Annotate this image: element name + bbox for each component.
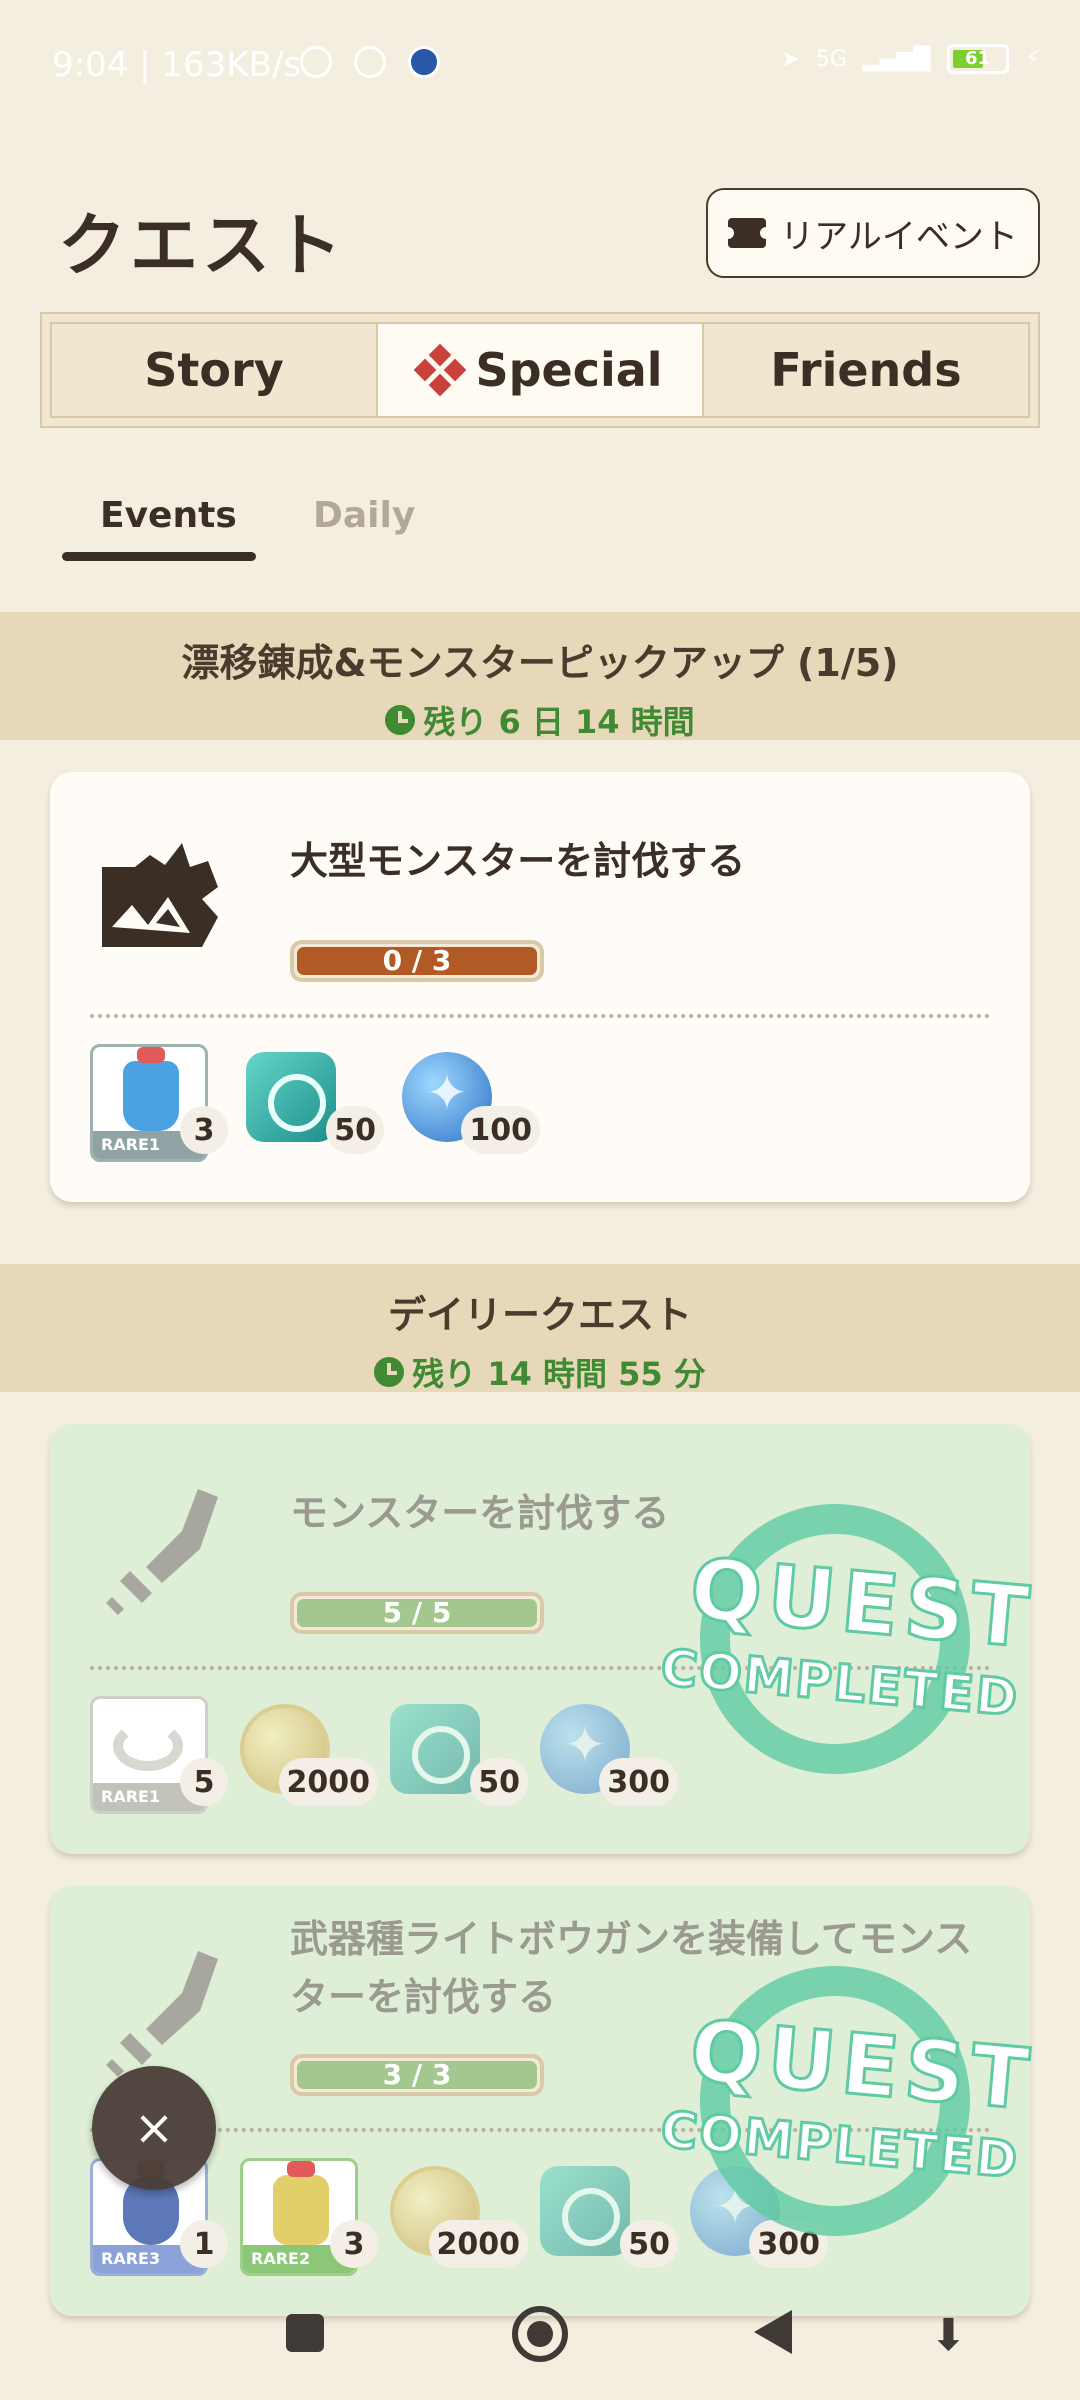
reward-item[interactable]: RARE1 3 (90, 1044, 228, 1164)
reward-item[interactable]: 50 (246, 1044, 384, 1164)
real-event-label: リアルイベント (780, 216, 1018, 257)
tab-story[interactable]: Story (52, 324, 376, 416)
teal-gem-icon (246, 1052, 336, 1142)
signal-icon: ▂▄▆█ (862, 46, 931, 72)
section-header-event: 漂移錬成&モンスターピックアップ (1/5) 残り 6 日 14 時間 (0, 612, 1080, 743)
reward-count: 50 (326, 1106, 384, 1154)
yellow-item-icon (273, 2161, 329, 2245)
main-tab-bar: Story Special Friends (40, 312, 1040, 428)
teal-gem-icon (540, 2166, 630, 2256)
quest-title: 大型モンスターを討伐する (290, 839, 746, 883)
reward-list: RARE1 5 2000 50 300 (90, 1696, 678, 1816)
progress-label: 3 / 3 (382, 2058, 452, 2091)
close-button[interactable]: × (92, 2066, 216, 2190)
battery-icon: 61 (946, 44, 1009, 74)
ticket-icon (722, 218, 773, 248)
section-header-daily: デイリークエスト 残り 14 時間 55 分 (0, 1264, 1080, 1395)
tab-special[interactable]: Special (376, 324, 704, 416)
status-notification-icons (300, 46, 440, 78)
reward-count: 3 (330, 2220, 378, 2268)
sword-icon (106, 1489, 218, 1615)
special-emblem-icon (414, 343, 467, 397)
expand-down-icon[interactable]: ⬇ (930, 2310, 967, 2361)
clock-icon (374, 1357, 405, 1387)
tab-label: Special (475, 343, 663, 397)
section-title: 漂移錬成&モンスターピックアップ (1/5) (181, 641, 899, 685)
tab-friends[interactable]: Friends (704, 324, 1028, 416)
home-button[interactable] (512, 2306, 568, 2362)
location-icon: ➤ (781, 46, 800, 72)
page-title: クエスト (58, 207, 347, 286)
alarm-icon (354, 46, 386, 78)
real-event-button[interactable]: リアルイベント (706, 188, 1040, 278)
tab-label: Friends (770, 343, 962, 397)
bone-icon (113, 1721, 183, 1771)
reward-count: 100 (461, 1106, 540, 1154)
sword-icon (106, 1951, 218, 2077)
reward-item[interactable]: RARE2 3 (240, 2158, 378, 2278)
reward-count: 3 (180, 1106, 228, 1154)
progress-label: 5 / 5 (382, 1596, 452, 1629)
reward-count: 1 (180, 2220, 228, 2268)
reward-count: 2000 (428, 2220, 528, 2268)
monster-fang-icon (102, 843, 218, 947)
reward-item[interactable]: 300 (540, 1696, 678, 1816)
reward-item[interactable]: 2000 (240, 1696, 378, 1816)
reward-item[interactable]: 50 (390, 1696, 528, 1816)
reward-item[interactable]: 100 (402, 1044, 540, 1164)
divider (90, 1014, 990, 1018)
reward-count: 50 (470, 1758, 528, 1806)
quest-progress-bar: 3 / 3 (290, 2054, 544, 2096)
subtab-daily[interactable]: Daily (313, 495, 415, 536)
reward-count: 5 (180, 1758, 228, 1806)
section-title: デイリークエスト (387, 1293, 692, 1337)
status-time-speed: 9:04 | 163KB/s (52, 45, 302, 85)
mute-icon (300, 46, 332, 78)
quest-progress-bar: 0 / 3 (290, 940, 544, 982)
reward-count: 50 (620, 2220, 678, 2268)
teal-gem-icon (390, 1704, 480, 1794)
reward-item[interactable]: RARE1 5 (90, 1696, 228, 1816)
back-button[interactable] (754, 2310, 792, 2354)
charging-icon: ⚡ (1024, 46, 1040, 72)
subtab-events[interactable]: Events (100, 495, 237, 536)
timer-text: 残り 14 時間 55 分 (412, 1355, 706, 1393)
status-system-icons: ➤ 5G ▂▄▆█ 61 ⚡ (781, 44, 1040, 74)
subtab-active-indicator (62, 552, 256, 561)
quest-card[interactable]: 大型モンスターを討伐する 0 / 3 RARE1 3 50 100 (50, 772, 1030, 1202)
reward-item[interactable]: 2000 (390, 2158, 528, 2278)
quest-progress-bar: 5 / 5 (290, 1592, 544, 1634)
clock-icon (385, 705, 416, 735)
potion-icon (123, 1047, 179, 1131)
reward-count: 2000 (278, 1758, 378, 1806)
reward-count: 300 (599, 1758, 678, 1806)
section-timer: 残り 14 時間 55 分 (374, 1349, 706, 1395)
reward-list: RARE1 3 50 100 (90, 1044, 540, 1164)
quest-card-completed[interactable]: モンスターを討伐する 5 / 5 RARE1 5 2000 50 300 QUE… (50, 1424, 1040, 1854)
app-notification-icon (408, 46, 440, 78)
recents-button[interactable] (286, 2314, 324, 2352)
timer-text: 残り 6 日 14 時間 (423, 703, 695, 741)
reward-item[interactable]: 50 (540, 2158, 678, 2278)
battery-level: 61 (965, 48, 991, 69)
close-icon: × (133, 2100, 175, 2156)
network-label: 5G (815, 46, 847, 72)
tab-label: Story (144, 343, 284, 397)
reward-list: RARE3 1 RARE2 3 2000 50 300 (90, 2158, 828, 2278)
status-bar: 9:04 | 163KB/s ➤ 5G ▂▄▆█ 61 ⚡ (0, 0, 1080, 130)
progress-label: 0 / 3 (382, 944, 452, 977)
section-timer: 残り 6 日 14 時間 (385, 697, 695, 743)
